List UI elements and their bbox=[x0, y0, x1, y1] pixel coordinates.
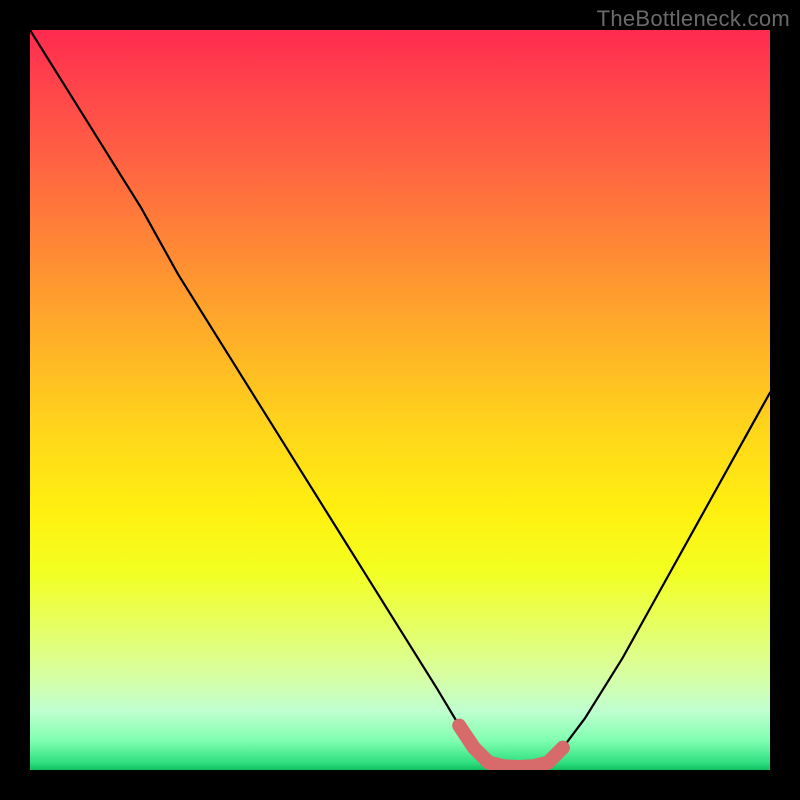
chart-svg bbox=[30, 30, 770, 770]
flat-region-end-dot bbox=[556, 741, 570, 755]
flat-region-highlight bbox=[459, 726, 563, 767]
watermark-text: TheBottleneck.com bbox=[597, 6, 790, 32]
bottleneck-curve-line bbox=[30, 30, 770, 767]
plot-area bbox=[30, 30, 770, 770]
